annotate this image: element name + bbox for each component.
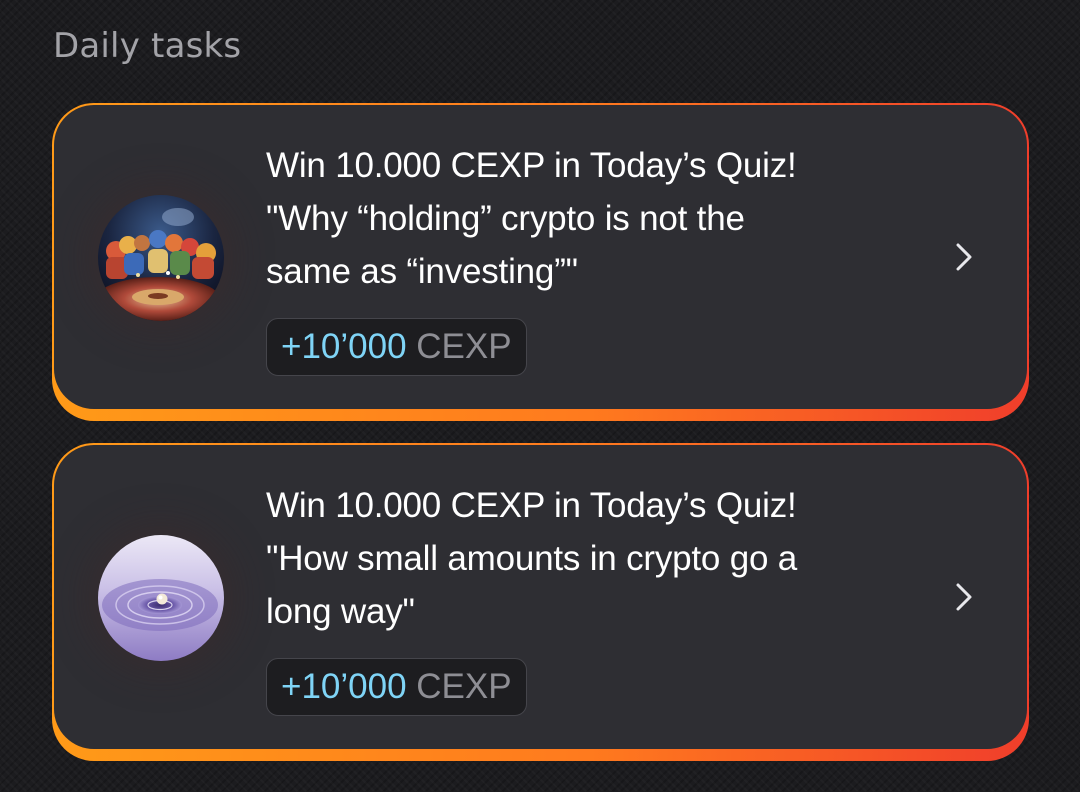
task-thumbnail-ripple <box>98 535 224 661</box>
task-thumbnail-casino <box>98 195 224 321</box>
task-card-quiz-small-amounts[interactable]: Win 10.000 CEXP in Today’s Quiz! "How sm… <box>52 443 1029 761</box>
reward-amount: +10’000 <box>281 327 407 366</box>
chevron-right-icon[interactable] <box>953 581 975 613</box>
task-title-line: "How small amounts in crypto go a <box>266 539 798 578</box>
task-title-line: same as “investing”" <box>266 252 578 291</box>
task-card-quiz-holding[interactable]: Win 10.000 CEXP in Today’s Quiz! "Why “h… <box>52 103 1029 421</box>
task-title: Win 10.000 CEXP in Today’s Quiz! "Why “h… <box>266 139 906 298</box>
task-title-line: Win 10.000 CEXP in Today’s Quiz! <box>266 486 797 525</box>
task-card-body: Win 10.000 CEXP in Today’s Quiz! "Why “h… <box>54 105 1027 409</box>
task-card-body: Win 10.000 CEXP in Today’s Quiz! "How sm… <box>54 445 1027 749</box>
reward-badge: +10’000 CEXP <box>266 658 527 716</box>
task-title-line: "Why “holding” crypto is not the <box>266 199 745 238</box>
section-title: Daily tasks <box>53 26 242 66</box>
task-title: Win 10.000 CEXP in Today’s Quiz! "How sm… <box>266 479 906 638</box>
chevron-right-icon[interactable] <box>953 241 975 273</box>
reward-amount: +10’000 <box>281 667 407 706</box>
daily-task-list: Win 10.000 CEXP in Today’s Quiz! "Why “h… <box>52 103 1029 783</box>
reward-unit: CEXP <box>416 667 512 706</box>
reward-badge: +10’000 CEXP <box>266 318 527 376</box>
reward-unit: CEXP <box>416 327 512 366</box>
task-title-line: Win 10.000 CEXP in Today’s Quiz! <box>266 146 797 185</box>
task-title-line: long way" <box>266 592 415 631</box>
